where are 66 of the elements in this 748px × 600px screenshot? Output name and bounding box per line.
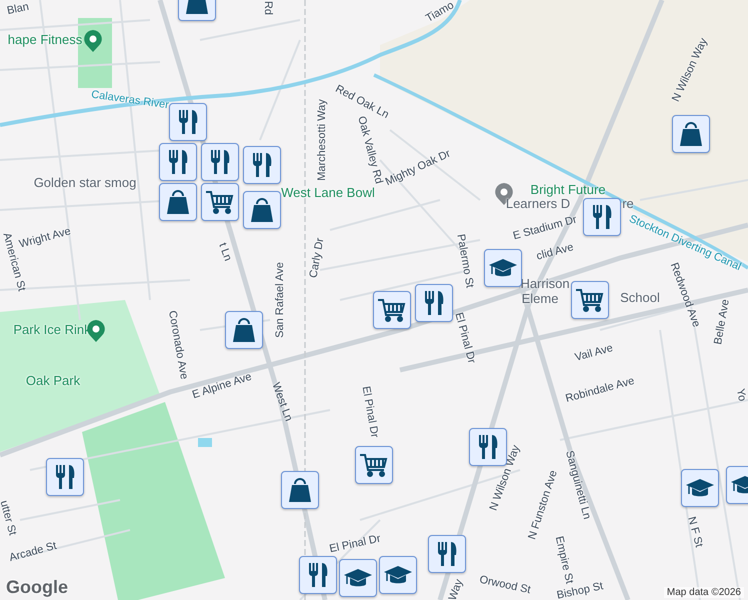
street-label: Belle Ave <box>712 298 732 346</box>
school-marker[interactable] <box>681 469 719 507</box>
street-label: Marchesotti Way <box>316 99 328 181</box>
street-label: San Rafael Ave <box>274 262 286 338</box>
restaurant-marker[interactable] <box>46 458 84 496</box>
shopping-marker[interactable] <box>159 183 197 221</box>
street-label: E Alpine Ave <box>190 370 254 402</box>
restaurant-marker[interactable] <box>201 143 239 181</box>
shopping-cart-marker[interactable] <box>355 446 393 484</box>
street-label: El Pinal Dr <box>360 385 380 439</box>
shopping-cart-marker[interactable] <box>373 291 411 329</box>
street-label: El Pinal Dr <box>452 311 478 365</box>
school-marker[interactable] <box>484 249 522 287</box>
restaurant-marker[interactable] <box>428 535 466 573</box>
street-label: N F St <box>685 515 705 549</box>
restaurant-marker[interactable] <box>243 146 281 184</box>
shopping-cart-marker[interactable] <box>201 183 239 221</box>
street-label: Vail Ave <box>574 342 614 364</box>
place-label: Learners D <box>506 196 570 212</box>
street-label: Coronado Ave <box>166 310 190 380</box>
place-label: Eleme <box>522 292 558 306</box>
place-label: School <box>620 290 660 306</box>
street-label: Arcade St <box>8 540 58 564</box>
street-label: West Ln <box>269 381 295 423</box>
shopping-marker[interactable] <box>225 311 263 349</box>
place-label: Golden star smog <box>34 176 136 190</box>
restaurant-marker[interactable] <box>469 428 507 466</box>
street-label: Rd <box>262 0 274 16</box>
place-label: Oak Park <box>26 374 80 388</box>
shopping-marker[interactable] <box>243 191 281 229</box>
street-label: Wright Ave <box>18 225 72 251</box>
street-label: E Stadium Dr <box>512 214 578 242</box>
shopping-marker[interactable] <box>672 115 710 153</box>
street-label: Palermo St <box>454 233 476 289</box>
street-label: utter St <box>0 499 18 537</box>
shopping-marker[interactable] <box>281 471 319 509</box>
street-label: Orwood St <box>478 574 532 596</box>
street-label: Way <box>446 578 466 600</box>
restaurant-marker[interactable] <box>159 143 197 181</box>
map-attribution: Map data ©2026 <box>664 587 744 598</box>
place-label: West Lane Bowl <box>281 186 375 200</box>
waterway-label: Calaveras River <box>90 88 170 112</box>
street-label: Tiamo <box>424 0 456 25</box>
restaurant-marker[interactable] <box>299 556 337 594</box>
map-logo: Google <box>6 577 68 598</box>
place-label: Harrison <box>520 276 570 292</box>
place-label: hape Fitness <box>8 32 82 48</box>
restaurant-marker[interactable] <box>415 284 453 322</box>
restaurant-marker[interactable] <box>583 198 621 236</box>
street-map-drawing[interactable] <box>0 0 748 600</box>
street-label: Oak Valley Rd <box>355 114 385 186</box>
street-label: Carly Dr <box>308 237 326 279</box>
street-label: Mighty Oak Dr <box>384 148 452 188</box>
street-label: Yo <box>734 388 748 402</box>
school-marker[interactable] <box>379 556 417 594</box>
street-label: clid Ave <box>535 241 575 263</box>
place-label: Bright Future <box>530 182 606 198</box>
restaurant-marker[interactable] <box>169 103 207 141</box>
street-label: El Pinal Dr <box>328 532 382 556</box>
map-pin-icon[interactable] <box>84 30 102 52</box>
shopping-cart-marker[interactable] <box>571 281 609 319</box>
school-marker[interactable] <box>339 559 377 597</box>
street-label: t Ln <box>216 241 234 263</box>
street-label: Empire St <box>552 535 576 585</box>
street-label: Blan <box>6 0 30 18</box>
street-label: N Wilson Way <box>488 444 522 512</box>
